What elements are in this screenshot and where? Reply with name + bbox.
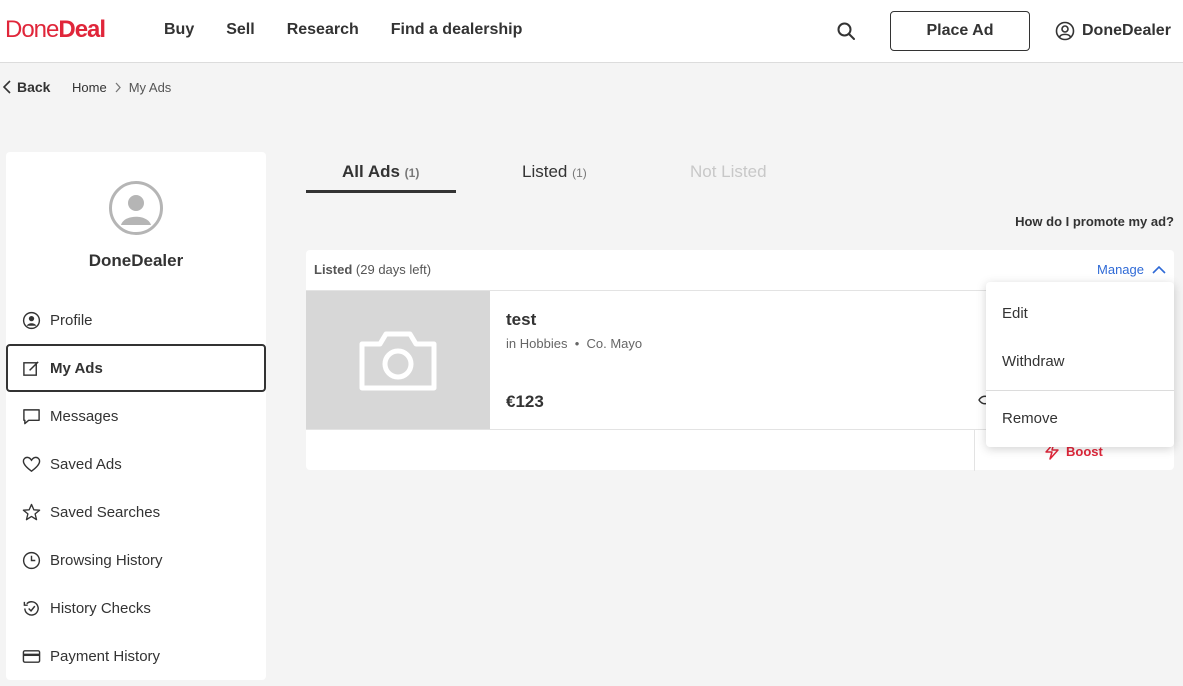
message-icon	[23, 408, 40, 424]
category-prefix: in	[506, 336, 517, 351]
main-nav: Buy Sell Research Find a dealership	[164, 21, 522, 39]
nav-sell[interactable]: Sell	[226, 21, 254, 39]
place-ad-button[interactable]: Place Ad	[890, 11, 1030, 51]
sidebar-item-payment-history[interactable]: Payment History	[6, 632, 266, 680]
avatar	[109, 181, 163, 235]
ad-title[interactable]: test	[506, 310, 536, 330]
nav-research[interactable]: Research	[287, 21, 359, 39]
history-check-icon	[23, 600, 39, 616]
ad-thumbnail[interactable]	[306, 291, 490, 429]
menu-item-withdraw[interactable]: Withdraw	[1002, 353, 1065, 370]
sidebar-username: DoneDealer	[88, 251, 184, 270]
star-icon	[22, 503, 41, 520]
tab-label: Not Listed	[690, 162, 767, 181]
search-icon[interactable]	[836, 21, 856, 41]
sidebar-item-label: History Checks	[50, 599, 151, 617]
sidebar-item-messages[interactable]: Messages	[6, 392, 266, 440]
sidebar-item-label: Saved Searches	[50, 503, 161, 521]
credit-card-icon	[22, 649, 41, 663]
sidebar-menu: Profile My Ads Messages Saved Ads Saved …	[6, 296, 266, 680]
tab-label: All Ads	[342, 162, 400, 181]
status-label: Listed	[314, 262, 353, 277]
manage-button[interactable]: Manage	[1097, 262, 1166, 277]
tab-count: (1)	[404, 166, 420, 180]
top-header: DoneDeal Buy Sell Research Find a dealer…	[0, 0, 1183, 63]
ads-tabs: All Ads (1) Listed (1) Not Listed	[306, 152, 806, 194]
sidebar-item-browsing-history[interactable]: Browsing History	[6, 536, 266, 584]
sidebar-item-label: Messages	[50, 407, 119, 425]
sidebar-item-profile[interactable]: Profile	[6, 296, 266, 344]
account-sidebar: DoneDealer Profile My Ads Messages Saved…	[6, 152, 266, 680]
manage-dropdown: Edit Withdraw Remove	[986, 282, 1174, 447]
tab-listed[interactable]: Listed (1)	[522, 162, 587, 182]
user-circle-icon	[22, 311, 41, 329]
user-circle-icon	[1055, 21, 1075, 41]
sidebar-item-label: Payment History	[50, 647, 161, 665]
tab-count: (1)	[572, 166, 587, 180]
tab-not-listed[interactable]: Not Listed	[690, 162, 767, 182]
chevron-up-icon	[1152, 265, 1166, 274]
days-left: (29 days left)	[355, 262, 432, 277]
clock-icon	[22, 551, 41, 569]
edit-icon	[23, 360, 39, 376]
sidebar-item-saved-ads[interactable]: Saved Ads	[6, 440, 266, 488]
breadcrumb-home[interactable]: Home	[72, 80, 107, 95]
heart-icon	[22, 456, 41, 472]
tab-label: Listed	[522, 162, 568, 181]
chevron-right-icon	[115, 82, 121, 93]
logo-done-text: Done	[5, 16, 59, 43]
meta-separator: •	[571, 336, 583, 351]
nav-buy[interactable]: Buy	[164, 21, 194, 39]
logo-deal-text: Deal	[58, 16, 106, 43]
nav-find-dealership[interactable]: Find a dealership	[391, 21, 523, 39]
menu-item-remove[interactable]: Remove	[1002, 410, 1058, 427]
breadcrumb: Home My Ads	[72, 80, 171, 95]
ad-status: Listed (29 days left)	[314, 262, 431, 277]
ad-price: €123	[506, 392, 544, 411]
ad-meta: in Hobbies • Co. Mayo	[506, 336, 642, 351]
camera-icon	[359, 331, 437, 391]
sidebar-item-saved-searches[interactable]: Saved Searches	[6, 488, 266, 536]
ad-category: Hobbies	[519, 336, 568, 351]
back-label: Back	[17, 79, 51, 95]
footer-divider	[974, 430, 975, 471]
sidebar-item-label: Profile	[50, 311, 93, 329]
back-link[interactable]: Back	[3, 79, 50, 95]
sidebar-item-label: Browsing History	[50, 551, 163, 569]
header-username: DoneDealer	[1082, 22, 1171, 39]
promote-ad-link[interactable]: How do I promote my ad?	[1000, 214, 1174, 229]
user-menu[interactable]: DoneDealer	[1055, 21, 1171, 41]
sidebar-item-my-ads[interactable]: My Ads	[6, 344, 266, 392]
menu-item-edit[interactable]: Edit	[1002, 305, 1028, 322]
chevron-left-icon	[3, 80, 11, 94]
sidebar-item-label: My Ads	[50, 359, 103, 377]
sidebar-item-history-checks[interactable]: History Checks	[6, 584, 266, 632]
active-tab-underline	[306, 190, 456, 193]
menu-divider	[986, 390, 1174, 391]
ad-location: Co. Mayo	[586, 336, 643, 351]
manage-label: Manage	[1097, 262, 1144, 277]
tab-all-ads[interactable]: All Ads (1)	[342, 162, 419, 182]
donedeal-logo[interactable]: DoneDeal	[5, 16, 106, 44]
breadcrumb-current: My Ads	[128, 80, 172, 95]
sidebar-item-label: Saved Ads	[50, 455, 122, 473]
